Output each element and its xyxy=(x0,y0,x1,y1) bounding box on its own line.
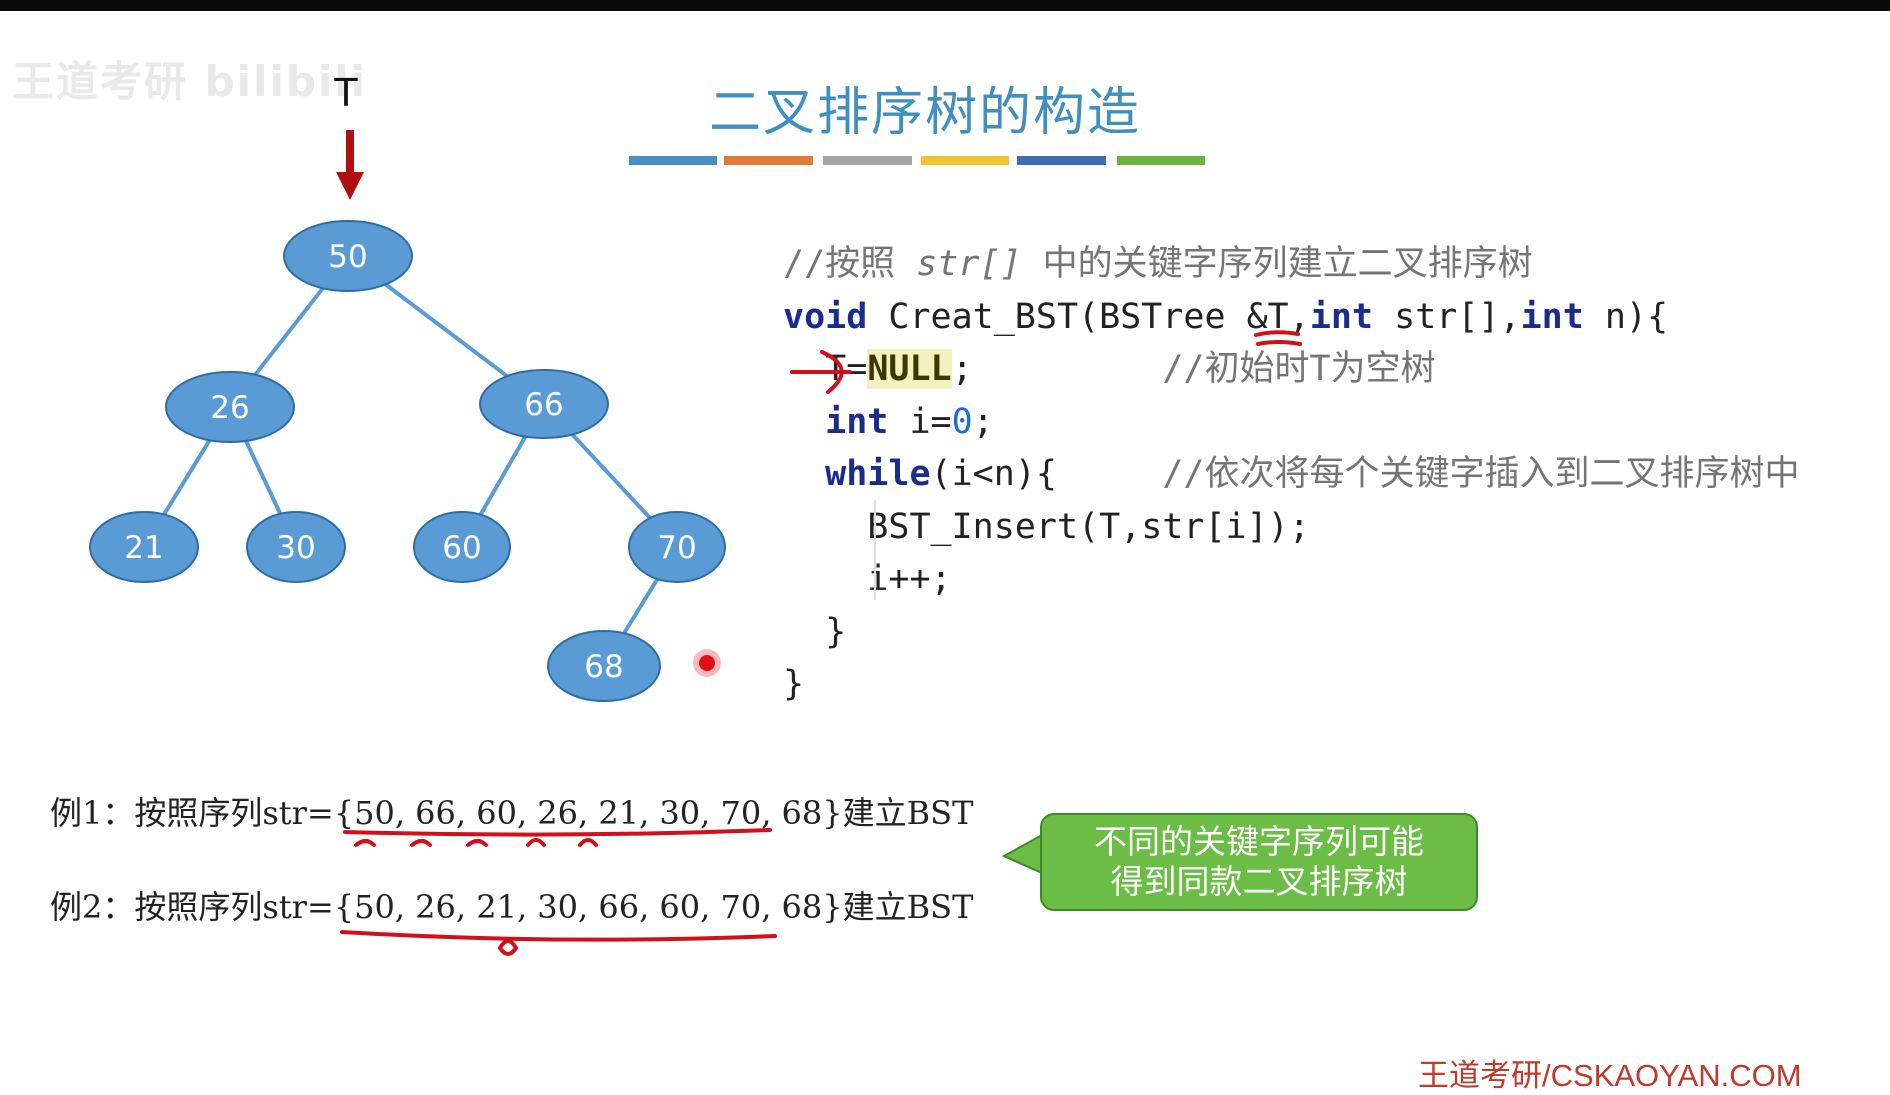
code-block: //按照 str[] 中的关键字序列建立二叉排序树 void Creat_BST… xyxy=(783,238,1799,711)
tree-node-label: 66 xyxy=(524,387,563,423)
tree-node-label: 68 xyxy=(584,649,623,685)
indent-guide xyxy=(874,500,876,600)
code-line-2: void Creat_BST(BSTree &T,int str[],int n… xyxy=(783,296,1669,337)
tree-edge-n26-n30 xyxy=(244,440,283,515)
tree-node-66: 66 xyxy=(479,369,609,439)
tree-node-label: 30 xyxy=(276,530,315,566)
tree-node-70: 70 xyxy=(628,511,726,583)
tree-edge-n70-n68 xyxy=(622,577,660,635)
color-bar-segment-4 xyxy=(921,156,1009,165)
example-1: 例1：按照序列str={50, 66, 60, 26, 21, 30, 70, … xyxy=(50,794,974,832)
code-line-1: //按照 str[] 中的关键字序列建立二叉排序树 xyxy=(783,244,1533,284)
example-2: 例2：按照序列str={50, 26, 21, 30, 66, 60, 70, … xyxy=(50,888,974,926)
code-line-3: T=NULL; //初始时T为空树 xyxy=(825,349,1436,389)
pointer-label-T: T xyxy=(333,71,358,115)
code-line-8: } xyxy=(825,611,847,652)
tree-node-label: 70 xyxy=(657,530,696,566)
code-line-4: int i=0; xyxy=(825,401,994,442)
code-line-5: while(i<n){ //依次将每个关键字插入到二叉排序树中 xyxy=(825,454,1800,494)
code-line-7: i++; xyxy=(867,559,952,599)
color-bar-segment-3 xyxy=(823,156,912,165)
example-2-underline xyxy=(340,930,777,956)
tree-node-21: 21 xyxy=(89,511,199,583)
color-bar-segment-5 xyxy=(1017,156,1106,165)
tree-edge-n66-n60 xyxy=(478,435,528,516)
tree-node-26: 26 xyxy=(165,371,295,443)
footer-brand: 王道考研/CSKAOYAN.COM xyxy=(1418,1058,1802,1093)
tree-node-label: 50 xyxy=(328,239,367,275)
tree-node-68: 68 xyxy=(547,630,661,702)
bst-diagram: 50 26 66 21 30 60 70 68 T xyxy=(89,71,726,702)
tree-node-label: 21 xyxy=(124,530,163,566)
tree-node-label: 60 xyxy=(442,530,481,566)
callout-box: 不同的关键字序列可能 得到同款二叉排序树 xyxy=(1040,813,1478,911)
tree-node-60: 60 xyxy=(413,511,511,583)
tree-edge-n50-n26 xyxy=(253,286,325,377)
code-line-9: } xyxy=(783,664,805,704)
root-pointer-arrow xyxy=(336,130,364,200)
tree-node-50: 50 xyxy=(283,220,413,292)
callout-line-2: 得到同款二叉排序树 xyxy=(1110,862,1408,901)
tree-edge-n50-n66 xyxy=(384,282,509,378)
callout-line-1: 不同的关键字序列可能 xyxy=(1094,822,1424,861)
color-bar-segment-6 xyxy=(1117,156,1205,165)
tree-edge-n66-n70 xyxy=(570,433,652,520)
tree-edge-n26-n21 xyxy=(162,439,212,516)
code-line-6: BST_Insert(T,str[i]); xyxy=(867,506,1310,547)
tree-node-30: 30 xyxy=(246,511,346,583)
tree-node-label: 26 xyxy=(210,390,249,426)
